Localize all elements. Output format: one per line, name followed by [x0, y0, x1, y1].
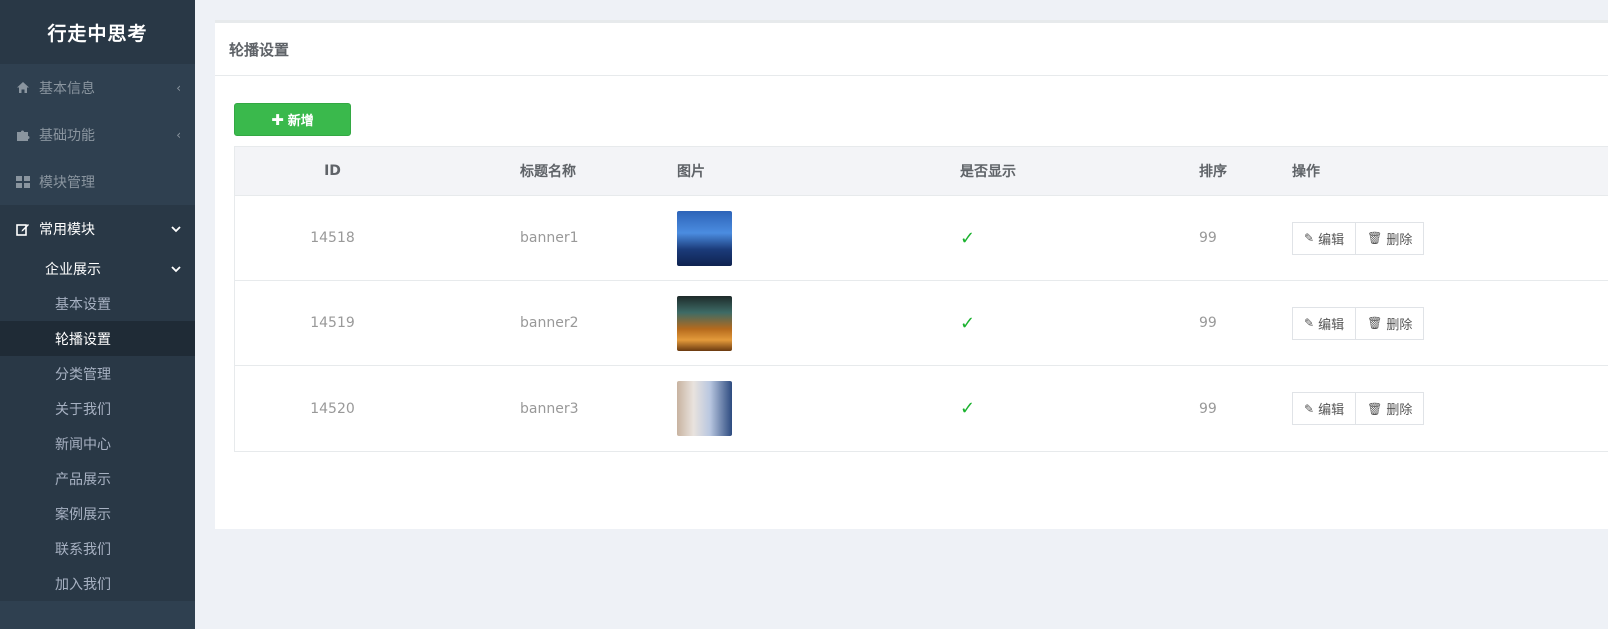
- sub-item-contact-us[interactable]: 联系我们: [0, 531, 195, 566]
- main-panel: 轮播设置 ✚ 新增 ID 标题名称 图片 是否显示 排序 操作 14518 ba…: [215, 20, 1608, 529]
- trash-icon: 🗑: [1367, 231, 1383, 245]
- sub-item-join-us[interactable]: 加入我们: [0, 566, 195, 601]
- cell-sort: 99: [1199, 400, 1217, 417]
- nav-item-label: 模块管理: [39, 174, 95, 191]
- column-header-id: ID: [324, 163, 341, 179]
- check-icon: ✓: [960, 398, 976, 419]
- chevron-left-icon: ‹: [176, 80, 181, 95]
- sub-item-product-display[interactable]: 产品展示: [0, 461, 195, 496]
- sub-item-about-us[interactable]: 关于我们: [0, 391, 195, 426]
- column-header-image: 图片: [677, 164, 705, 180]
- edit-button[interactable]: ✎ 编辑: [1292, 221, 1357, 255]
- cell-visible: ✓: [897, 398, 1137, 419]
- edit-icon: ✎: [1304, 401, 1315, 416]
- banner-thumbnail[interactable]: [677, 210, 732, 266]
- table-row: 14520 banner3 ✓ 99 ✎ 编辑 🗑 删除: [235, 366, 1608, 451]
- delete-button[interactable]: 🗑 删除: [1356, 221, 1425, 255]
- cell-id: 14520: [310, 400, 355, 417]
- add-button[interactable]: ✚ 新增: [234, 103, 351, 136]
- nav-item-basic-info[interactable]: 基本信息 ‹: [0, 64, 195, 111]
- cell-visible: ✓: [897, 313, 1137, 334]
- delete-button[interactable]: 🗑 删除: [1356, 306, 1425, 340]
- add-button-label: 新增: [287, 114, 314, 129]
- table-header: ID 标题名称 图片 是否显示 排序 操作: [235, 147, 1608, 196]
- check-icon: ✓: [960, 227, 976, 249]
- cell-actions: ✎ 编辑 🗑 删除: [1292, 392, 1608, 425]
- column-header-actions: 操作: [1292, 164, 1320, 180]
- nav-item-label: 基础功能: [39, 127, 95, 144]
- submenu-enterprise: 企业展示 基本设置 轮播设置 分类管理 关于我们 新闻中心 产品展示 案例展示 …: [0, 252, 195, 601]
- delete-button[interactable]: 🗑 删除: [1356, 392, 1425, 425]
- page-title: 轮播设置: [215, 23, 1608, 76]
- chevron-left-icon: ‹: [176, 127, 181, 142]
- cell-id: 14518: [310, 230, 355, 246]
- edit-icon: ✎: [1304, 231, 1315, 245]
- edit-icon: ✎: [1304, 316, 1315, 330]
- check-icon: ✓: [960, 312, 976, 334]
- column-header-visible: 是否显示: [960, 164, 1016, 180]
- sub-item-news-center[interactable]: 新闻中心: [0, 426, 195, 461]
- edit-icon: [16, 222, 30, 236]
- sidebar: 行走中思考 基本信息 ‹ 基础功能 ‹ 模块管理 常用模块 企业展示 基本设置 …: [0, 0, 195, 629]
- cell-actions: ✎ 编辑 🗑 删除: [1292, 221, 1608, 255]
- chevron-down-icon: [171, 222, 181, 236]
- edit-button[interactable]: ✎ 编辑: [1292, 306, 1357, 340]
- sub-item-category-management[interactable]: 分类管理: [0, 356, 195, 391]
- cell-sort: 99: [1199, 230, 1217, 246]
- cell-image: [677, 210, 897, 266]
- banner-thumbnail[interactable]: [677, 295, 732, 351]
- home-icon: [16, 81, 30, 95]
- sub-item-banner-settings[interactable]: 轮播设置: [0, 321, 195, 356]
- cell-title: banner1: [520, 230, 579, 246]
- nav-item-label: 常用模块: [39, 221, 95, 238]
- table-row: 14519 banner2 ✓ 99 ✎ 编辑 🗑 删除: [235, 281, 1608, 366]
- banner-table: ID 标题名称 图片 是否显示 排序 操作 14518 banner1 ✓ 99…: [234, 146, 1608, 452]
- column-header-title: 标题名称: [520, 164, 576, 180]
- sub-item-case-display[interactable]: 案例展示: [0, 496, 195, 531]
- cell-image: [677, 381, 897, 436]
- cell-actions: ✎ 编辑 🗑 删除: [1292, 306, 1608, 340]
- trash-icon: 🗑: [1367, 316, 1383, 330]
- nav-item-label: 基本信息: [39, 80, 95, 97]
- sub-item-basic-settings[interactable]: 基本设置: [0, 286, 195, 321]
- column-header-sort: 排序: [1199, 164, 1227, 180]
- submenu-head-enterprise-display[interactable]: 企业展示: [0, 252, 195, 286]
- plus-icon: ✚: [271, 110, 284, 129]
- nav-item-common-modules[interactable]: 常用模块: [0, 205, 195, 252]
- cell-title: banner2: [520, 315, 579, 331]
- trash-icon: 🗑: [1367, 401, 1383, 416]
- chevron-down-icon: [171, 261, 181, 277]
- nav-item-module-management[interactable]: 模块管理: [0, 158, 195, 205]
- cell-visible: ✓: [897, 228, 1137, 249]
- cell-sort: 99: [1199, 315, 1217, 331]
- table-row: 14518 banner1 ✓ 99 ✎ 编辑 🗑 删除: [235, 196, 1608, 281]
- edit-button[interactable]: ✎ 编辑: [1292, 392, 1357, 425]
- cell-id: 14519: [310, 315, 355, 331]
- banner-thumbnail[interactable]: [677, 381, 732, 436]
- nav-item-base-functions[interactable]: 基础功能 ‹: [0, 111, 195, 158]
- cell-image: [677, 295, 897, 351]
- puzzle-icon: [16, 128, 30, 142]
- grid-icon: [16, 175, 30, 189]
- cell-title: banner3: [520, 400, 579, 417]
- brand-title: 行走中思考: [0, 0, 195, 64]
